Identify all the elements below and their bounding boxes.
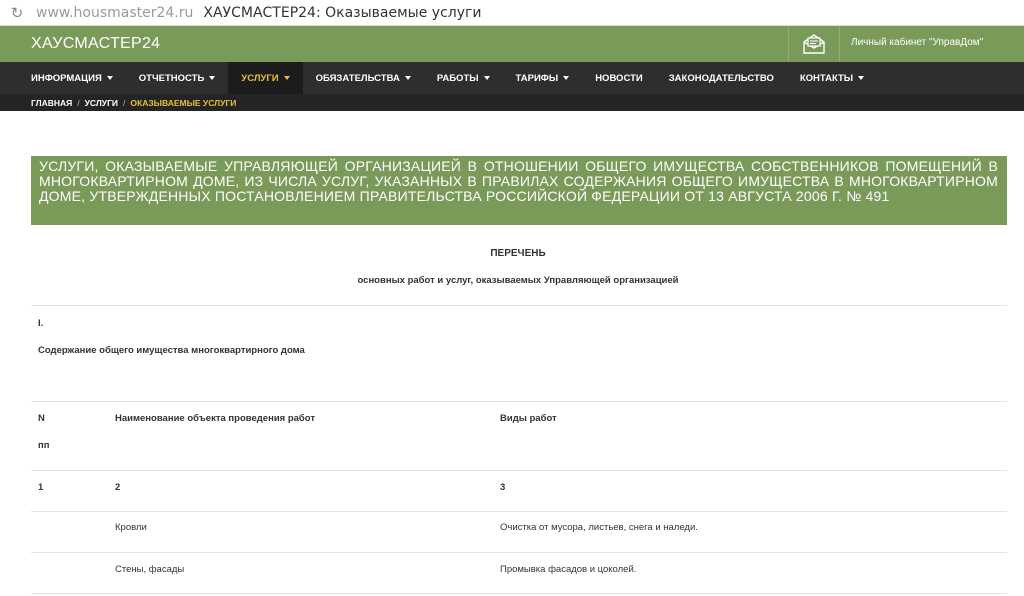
page-tab-title: ХАУСМАСТЕР24: Оказываемые услуги: [203, 4, 482, 21]
breadcrumb-current: ОКАЗЫВАЕМЫЕ УСЛУГИ: [130, 97, 237, 108]
breadcrumb-separator: /: [77, 97, 80, 108]
envelope-icon[interactable]: [788, 26, 840, 62]
breadcrumb-separator: /: [123, 97, 126, 108]
main-nav: ИНФОРМАЦИЯ ОТЧЕТНОСТЬ УСЛУГИ ОБЯЗАТЕЛЬСТ…: [0, 62, 1024, 94]
table-divider: [31, 552, 1007, 553]
table-header-num-2: пп: [38, 440, 50, 451]
table-col-number: 2: [115, 482, 121, 493]
chevron-down-icon: [283, 76, 290, 80]
table-header-object: Наименование объекта проведения работ: [115, 413, 316, 424]
chevron-down-icon: [563, 76, 570, 80]
chevron-down-icon: [404, 76, 411, 80]
chevron-down-icon: [106, 76, 113, 80]
table-col-number: 3: [500, 482, 506, 493]
breadcrumb-home[interactable]: ГЛАВНАЯ: [31, 98, 72, 108]
nav-item-services[interactable]: УСЛУГИ: [228, 62, 303, 94]
section-number: I.: [38, 318, 44, 329]
nav-item-legislation[interactable]: ЗАКОНОДАТЕЛЬСТВО: [656, 62, 787, 94]
chevron-down-icon: [858, 76, 865, 80]
table-col-number: 1: [38, 482, 44, 493]
site-header: ХАУСМАСТЕР24 Личный кабинет "УправДом": [0, 26, 1024, 62]
divider: [31, 401, 1007, 402]
site-logo-text[interactable]: ХАУСМАСТЕР24: [31, 35, 160, 53]
reload-icon[interactable]: ↻: [6, 4, 28, 22]
table-divider: [31, 593, 1007, 594]
list-title: ПЕРЕЧЕНЬ: [490, 248, 546, 259]
section-title: Содержание общего имущества многоквартир…: [38, 345, 305, 356]
breadcrumb-services[interactable]: УСЛУГИ: [85, 98, 118, 108]
url-host[interactable]: www.housmaster24.ru: [36, 5, 193, 21]
table-divider: [31, 470, 1007, 471]
table-row-works: Очистка от мусора, листьев, снега и нале…: [500, 522, 698, 533]
table-row-object: Кровли: [115, 522, 147, 533]
table-row-works: Промывка фасадов и цоколей.: [500, 564, 637, 575]
nav-item-works[interactable]: РАБОТЫ: [424, 62, 503, 94]
table-divider: [31, 511, 1007, 512]
nav-item-info[interactable]: ИНФОРМАЦИЯ: [0, 62, 126, 94]
nav-item-news[interactable]: НОВОСТИ: [582, 62, 656, 94]
table-header-num: N: [38, 413, 45, 424]
table-row-object: Стены, фасады: [115, 564, 185, 575]
list-subtitle: основных работ и услуг, оказываемых Упра…: [357, 275, 679, 286]
chevron-down-icon: [209, 76, 216, 80]
nav-item-reports[interactable]: ОТЧЕТНОСТЬ: [126, 62, 229, 94]
chevron-down-icon: [483, 76, 490, 80]
table-header-works: Виды работ: [500, 413, 557, 424]
divider: [31, 305, 1007, 306]
nav-item-tariffs[interactable]: ТАРИФЫ: [503, 62, 583, 94]
browser-address-bar: ↻ www.housmaster24.ru ХАУСМАСТЕР24: Оказ…: [0, 0, 1024, 26]
page-title-banner: УСЛУГИ, ОКАЗЫВАЕМЫЕ УПРАВЛЯЮЩЕЙ ОРГАНИЗА…: [31, 156, 1007, 225]
nav-item-contacts[interactable]: КОНТАКТЫ: [787, 62, 877, 94]
breadcrumb: ГЛАВНАЯ / УСЛУГИ / ОКАЗЫВАЕМЫЕ УСЛУГИ: [0, 94, 1024, 111]
personal-cabinet-link[interactable]: Личный кабинет "УправДом": [851, 37, 983, 48]
nav-item-obligations[interactable]: ОБЯЗАТЕЛЬСТВА: [303, 62, 424, 94]
